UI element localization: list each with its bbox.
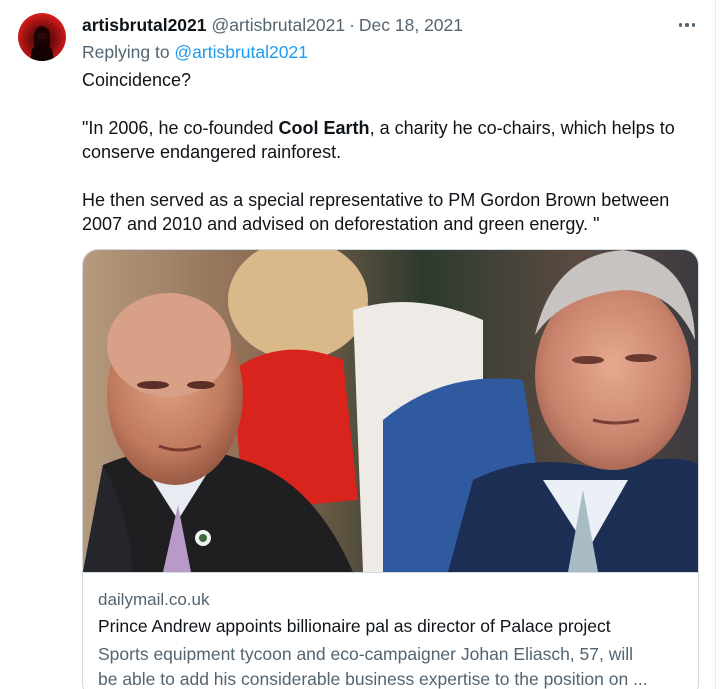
link-card-description: Sports equipment tycoon and eco-campaign… [98,644,648,689]
card-divider [83,572,698,573]
more-horizontal-icon [678,23,683,27]
tweet-text-line: "In 2006, he co-founded Cool Earth, a ch… [82,118,675,138]
tweet-header: artisbrutal2021 @artisbrutal2021 · Dec 1… [82,15,463,37]
tweet-date[interactable]: Dec 18, 2021 [359,15,463,36]
tweet-text-line: Coincidence? [82,70,192,90]
replying-to: Replying to @artisbrutal2021 [82,42,308,63]
user-handle[interactable]: @artisbrutal2021 [212,15,346,36]
separator-dot: · [349,15,355,35]
link-card[interactable]: dailymail.co.uk Prince Andrew appoints b… [82,249,699,689]
tweet-text-line: conserve endangered rainforest. [82,142,342,162]
link-card-domain: dailymail.co.uk [98,590,210,609]
avatar-icon [30,26,54,61]
tweet-text-line: 2007 and 2010 and advised on deforestati… [82,214,600,234]
avatar[interactable] [18,13,66,61]
tweet-text-line: He then served as a special representati… [82,190,670,210]
timeline-border [715,0,716,689]
replying-to-label: Replying to [82,42,175,62]
bold-text: Cool Earth [278,118,370,138]
tweet-text: Coincidence? "In 2006, he co-founded Coo… [82,68,707,236]
link-card-image[interactable] [83,250,699,572]
replying-to-handle[interactable]: @artisbrutal2021 [174,42,308,62]
display-name[interactable]: artisbrutal2021 [82,15,207,36]
link-card-title[interactable]: Prince Andrew appoints billionaire pal a… [98,616,611,637]
more-options-button[interactable] [676,14,698,36]
